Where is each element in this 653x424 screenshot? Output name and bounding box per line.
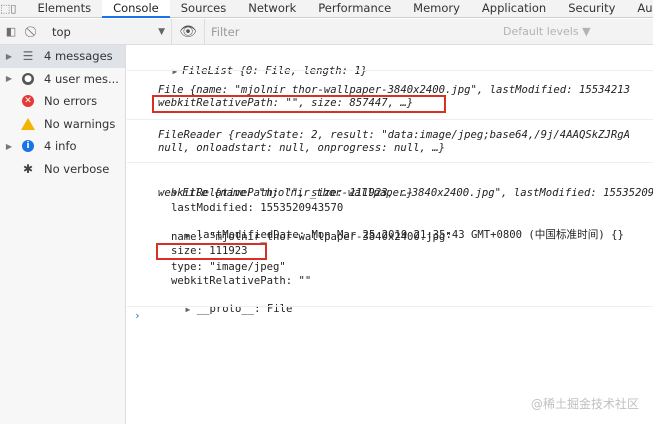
filereader-entry-line[interactable]: FileReader {readyState: 2, result: "data… [158, 129, 630, 142]
message-divider [127, 70, 653, 71]
console-sidebar: ▶ ☰ 4 messages ▶ ● 4 user mes... ✕ No er… [0, 45, 126, 424]
prop-webkit-relative-path[interactable]: webkitRelativePath: "" [171, 275, 311, 288]
sidebar-item-warnings[interactable]: No warnings [0, 113, 125, 136]
warning-icon [18, 117, 38, 130]
user-icon: ● [18, 72, 38, 85]
watermark: @稀土掘金技术社区 [530, 397, 639, 411]
log-levels-dropdown[interactable]: Default levels ▼ [503, 25, 653, 38]
message-divider [127, 306, 653, 307]
live-expression-eye-icon[interactable]: 👁 [172, 24, 204, 40]
highlight-box [156, 243, 267, 260]
list-icon: ☰ [22, 49, 34, 64]
tab-audits[interactable]: Aud [626, 0, 653, 18]
sidebar-item-label: No errors [44, 94, 98, 109]
sidebar-item-label: 4 messages [44, 49, 113, 64]
devtools-tabbar: ⬚ ▯ Elements Console Sources Network Per… [0, 0, 653, 18]
message-divider [127, 119, 653, 120]
tab-sources[interactable]: Sources [170, 0, 238, 18]
filter-input[interactable]: Filter [204, 18, 503, 45]
tab-network[interactable]: Network [237, 0, 307, 18]
console-toolbar: ◧ ⃠ top ▼ 👁 Filter Default levels ▼ [0, 18, 653, 45]
sidebar-item-verbose[interactable]: ✱ No verbose [0, 158, 125, 181]
tab-security[interactable]: Security [557, 0, 626, 18]
sidebar-item-info[interactable]: ▶ i 4 info [0, 135, 125, 158]
expand-arrow-icon[interactable]: ▶ [0, 74, 18, 83]
prop-type[interactable]: type: "image/jpeg" [171, 261, 286, 274]
tab-performance[interactable]: Performance [307, 0, 402, 18]
context-selector[interactable]: top ▼ [44, 18, 172, 45]
sidebar-toggle-icon[interactable]: ◧ [0, 23, 22, 41]
tab-console[interactable]: Console [102, 0, 170, 18]
bug-icon: ✱ [22, 161, 34, 176]
sidebar-item-messages[interactable]: ▶ ☰ 4 messages [0, 45, 125, 68]
sidebar-item-user-messages[interactable]: ▶ ● 4 user mes... [0, 68, 125, 91]
prop-proto[interactable]: ▶ __proto__: File [160, 290, 293, 315]
file-entry-expanded[interactable]: ▼ File {name: "mjolnir_thor-wallpaper-38… [147, 174, 653, 199]
filelist-entry: FileList {0: File, length: 1} [182, 65, 368, 77]
message-divider [127, 162, 653, 163]
sidebar-item-label: 4 user mes... [44, 71, 119, 86]
sidebar-item-label: 4 info [44, 139, 77, 154]
device-toggle-icon[interactable]: ▯ [10, 0, 16, 18]
prop-last-modified-date[interactable]: ▶ lastModifiedDate: Mon Mar 25 2019 21:3… [160, 216, 624, 241]
sidebar-item-errors[interactable]: ✕ No errors [0, 90, 125, 113]
console-output: ▶ FileList {0: File, length: 1} File {na… [127, 45, 653, 424]
chevron-down-icon: ▼ [158, 26, 165, 37]
highlight-box [152, 95, 446, 113]
console-message[interactable]: ▶ FileList {0: File, length: 1} [147, 52, 368, 77]
clear-console-icon[interactable]: ⃠ [22, 23, 44, 41]
info-icon: i [18, 140, 38, 153]
tab-application[interactable]: Application [471, 0, 557, 18]
sidebar-item-label: No warnings [44, 116, 116, 131]
inspect-element-icon[interactable]: ⬚ [0, 0, 10, 18]
file-entry-line[interactable]: webkitRelativePath: "", size: 111923, …} [158, 187, 413, 200]
prop-last-modified[interactable]: lastModified: 1553520943570 [171, 202, 343, 215]
context-label: top [52, 24, 71, 39]
tab-elements[interactable]: Elements [26, 0, 102, 18]
sidebar-item-label: No verbose [44, 161, 110, 176]
error-icon: ✕ [18, 95, 38, 108]
console-prompt-caret[interactable]: › [134, 309, 141, 322]
filereader-entry-line[interactable]: null, onloadstart: null, onprogress: nul… [158, 142, 445, 155]
expand-arrow-icon[interactable]: ▶ [0, 52, 18, 61]
tab-memory[interactable]: Memory [402, 0, 471, 18]
expand-arrow-icon[interactable]: ▶ [0, 142, 18, 151]
